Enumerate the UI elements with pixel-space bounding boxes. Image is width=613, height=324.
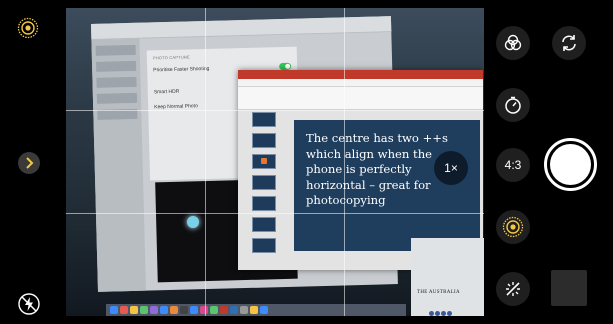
slide-thumbnail xyxy=(252,238,276,253)
chevron-right-icon xyxy=(26,157,34,169)
zoom-button[interactable]: 1× xyxy=(434,151,468,185)
setting-label: Prioritise Faster Shooting xyxy=(153,65,210,73)
slide-thumbnail xyxy=(252,133,276,148)
ppt-ribbon-tools xyxy=(238,87,483,110)
setting-toggle xyxy=(279,62,292,71)
timer-button[interactable] xyxy=(496,88,530,122)
ppt-titlebar xyxy=(238,70,483,79)
setting-label: Smart HDR xyxy=(153,88,180,96)
timer-icon xyxy=(505,96,521,114)
newspaper-thumbnail: THE AUSTRALIA xyxy=(411,238,484,316)
slide-thumbnail xyxy=(252,217,276,232)
night-mode-button[interactable] xyxy=(496,272,530,306)
left-control-bar xyxy=(0,0,66,324)
newspaper-headline: THE AUSTRALIA xyxy=(417,290,460,295)
grid-line xyxy=(344,8,345,316)
shutter-button[interactable] xyxy=(544,138,597,191)
flash-off-icon[interactable] xyxy=(17,292,41,316)
live-photo-icon[interactable] xyxy=(17,17,39,39)
slide-thumbnail xyxy=(252,112,276,127)
night-mode-off-icon xyxy=(506,282,520,296)
expand-controls-button[interactable] xyxy=(18,152,40,174)
filters-button[interactable] xyxy=(496,26,530,60)
filters-icon xyxy=(504,34,522,51)
slide-thumbnail xyxy=(252,154,276,169)
slide-thumbnails xyxy=(242,112,284,266)
focus-indicator xyxy=(187,216,199,228)
current-slide: The centre has two ++s which align when … xyxy=(294,120,480,251)
mac-dock xyxy=(106,304,406,316)
window-sidebar xyxy=(91,38,146,292)
flip-camera-icon xyxy=(562,35,576,51)
grid-line xyxy=(66,110,484,111)
window-titlebar xyxy=(91,16,392,40)
grid-line xyxy=(205,8,206,316)
last-photo-thumbnail[interactable] xyxy=(551,270,587,306)
flip-camera-button[interactable] xyxy=(552,26,586,60)
slide-thumbnail xyxy=(252,175,276,190)
camera-screen: PHOTO CAPTURE Prioritise Faster Shooting… xyxy=(0,0,613,324)
live-photo-icon xyxy=(502,216,524,238)
aspect-ratio-button[interactable]: 4:3 xyxy=(496,148,530,182)
camera-viewfinder[interactable]: PHOTO CAPTURE Prioritise Faster Shooting… xyxy=(66,8,484,316)
grid-line xyxy=(66,213,484,214)
live-photo-toggle[interactable] xyxy=(496,210,530,244)
ppt-ribbon-tabs xyxy=(238,79,483,87)
slide-thumbnail xyxy=(252,196,276,211)
